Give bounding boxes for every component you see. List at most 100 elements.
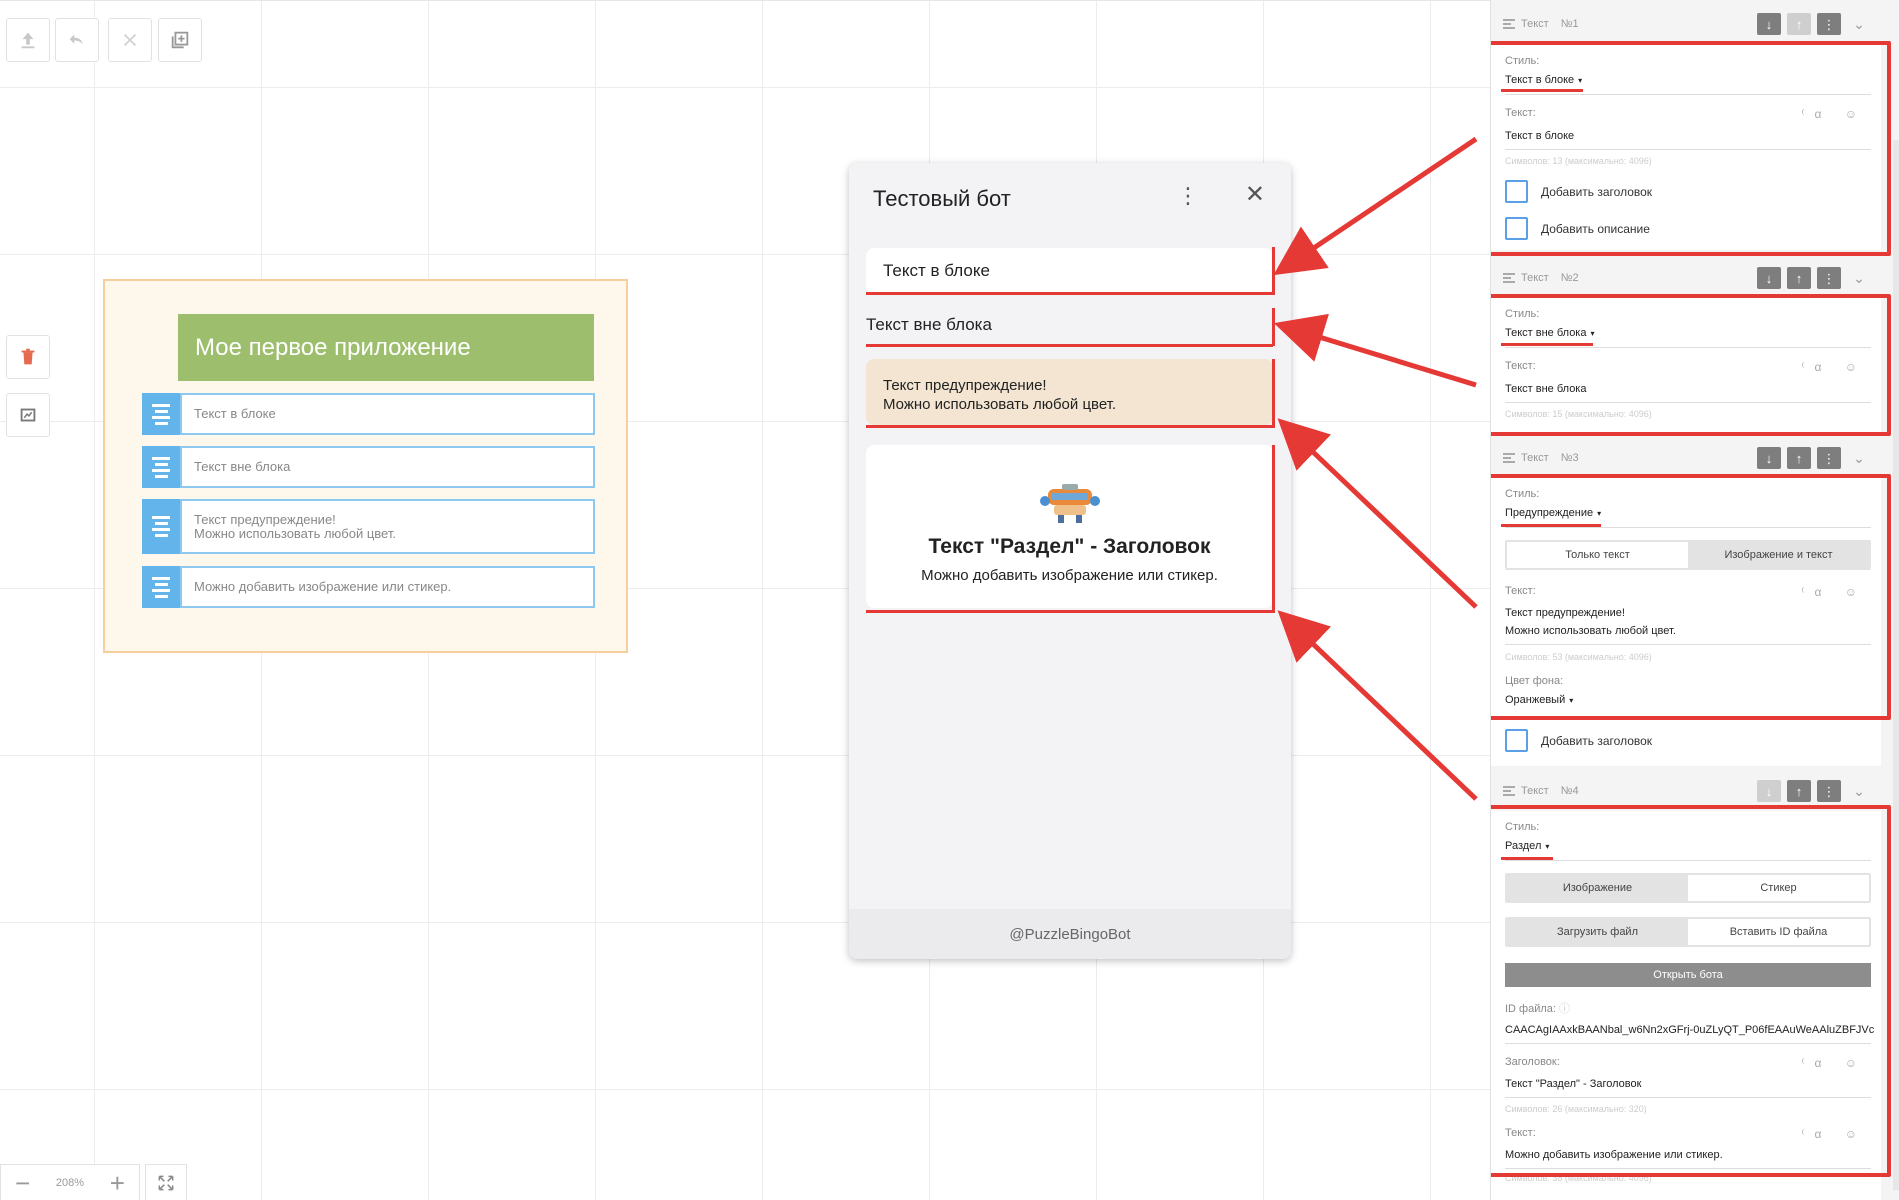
frame-icon [20,408,36,422]
block-header-1: Текст №1 ↓ ↑ ⋮ ⌄ [1491,9,1881,39]
annotation-underline [866,292,1273,295]
bot-username: @PuzzleBingoBot [849,909,1291,959]
annotation-underline [1501,857,1553,860]
move-down-button[interactable]: ↓ [1757,267,1781,289]
block-type: Текст [1521,18,1549,30]
more-vertical-icon[interactable]: ⋮ [1817,267,1841,289]
move-down-button[interactable]: ↓ [1757,780,1781,802]
more-vertical-icon[interactable]: ⋮ [1817,13,1841,35]
message-text-in-block: Текст в блоке [866,248,1273,294]
close-icon [123,33,137,47]
section-title: Текст "Раздел" - Заголовок [928,535,1211,558]
app-item-label: Текст в блоке [180,393,595,435]
more-vertical-icon[interactable]: ⋮ [1817,780,1841,802]
scrollbar[interactable] [1893,140,1899,1190]
app-item-label: Текст вне блока [180,446,595,488]
annotation-box-4 [1491,805,1891,1177]
properties-panel: Текст №1 ↓ ↑ ⋮ ⌄ Стиль: Текст в блоке ▾ Т… [1490,0,1899,1200]
annotation-bracket [1272,308,1275,346]
block-header-2: Текст №2 ↓ ↑ ⋮ ⌄ [1491,263,1881,293]
bot-preview-window: Тестовый бот ⋮ ✕ Текст в блоке Текст вне… [849,163,1291,959]
block-type: Текст [1521,785,1549,797]
warning-line: Текст предупреждение! [883,377,1047,394]
text-lines-icon [1503,451,1515,465]
move-down-button[interactable]: ↓ [1757,13,1781,35]
block-number: №2 [1560,272,1579,284]
annotation-underline [1501,343,1593,346]
move-up-button[interactable]: ↑ [1787,13,1811,35]
move-up-button[interactable]: ↑ [1787,267,1811,289]
annotation-underline [866,344,1273,347]
app-item-section[interactable]: Можно добавить изображение или стикер. [142,566,595,608]
bot-title: Тестовый бот [873,186,1011,211]
move-down-button[interactable]: ↓ [1757,447,1781,469]
app-item-line: Текст предупреждение! [194,511,336,527]
checkbox-label: Добавить заголовок [1541,734,1653,748]
more-vertical-icon[interactable]: ⋮ [1817,447,1841,469]
add-heading-checkbox[interactable] [1505,729,1528,752]
block-header-4: Текст №4 ↓ ↑ ⋮ ⌄ [1491,776,1881,806]
text-lines-icon [1503,784,1515,798]
text-block-icon [142,566,180,608]
move-up-button[interactable]: ↑ [1787,780,1811,802]
block-header-3: Текст №3 ↓ ↑ ⋮ ⌄ [1491,443,1881,473]
block-type: Текст [1521,452,1549,464]
message-text-outside: Текст вне блока [866,315,992,334]
chevron-down-icon[interactable]: ⌄ [1847,447,1871,469]
zoom-in-button[interactable]: + [110,1170,125,1196]
chevron-down-icon[interactable]: ⌄ [1847,780,1871,802]
upload-icon [21,32,35,49]
annotation-underline [866,425,1273,428]
expand-icon [158,1175,174,1190]
frame-button[interactable] [6,393,50,437]
text-lines-icon [1503,17,1515,31]
app-item-text-outside[interactable]: Текст вне блока [142,446,595,488]
close-icon[interactable]: ✕ [1245,183,1265,207]
app-item-label: Можно добавить изображение или стикер. [180,566,595,608]
editor-canvas[interactable]: − 208% + Мое первое приложение Текст в б… [0,0,1490,1200]
app-item-line: Можно использовать любой цвет. [194,525,396,541]
app-screen-block[interactable]: Мое первое приложение Текст в блоке Текс… [103,279,628,653]
text-block-icon [142,499,180,554]
annotation-underline [1501,89,1583,92]
warning-line: Можно использовать любой цвет. [883,396,1117,413]
text-lines-icon [1503,271,1515,285]
zoom-level: 208% [55,1176,85,1189]
text-block-icon [142,446,180,488]
block-type: Текст [1521,272,1549,284]
annotation-bracket [1272,359,1275,428]
block-number: №3 [1560,452,1579,464]
app-title: Мое первое приложение [178,314,594,381]
trash-button[interactable] [6,335,50,379]
text-block-icon [142,393,180,435]
chevron-down-icon[interactable]: ⌄ [1847,267,1871,289]
robot-sticker [1039,481,1100,527]
annotation-underline [1501,524,1601,527]
add-box-icon [171,31,189,49]
chevron-down-icon[interactable]: ⌄ [1847,13,1871,35]
move-up-button[interactable]: ↑ [1787,447,1811,469]
zoom-out-button[interactable]: − [15,1170,30,1196]
upload-button[interactable] [6,18,50,62]
trash-icon [21,348,35,365]
annotation-box-3 [1491,474,1891,720]
app-item-text-in-block[interactable]: Текст в блоке [142,393,595,435]
section-text: Можно добавить изображение или стикер. [921,567,1218,584]
zoom-control: − 208% + [0,1164,140,1200]
app-item-label: Текст предупреждение! Можно использовать… [180,499,595,554]
annotation-underline [866,610,1273,613]
annotation-box-2 [1491,294,1891,436]
annotation-bracket [1272,445,1275,613]
annotation-bracket [1272,247,1275,295]
add-block-button[interactable] [158,18,202,62]
message-warning: Текст предупреждение! Можно использовать… [866,359,1273,425]
undo-icon [69,34,83,45]
message-section: Текст "Раздел" - Заголовок Можно добавит… [866,445,1273,608]
annotation-box-1 [1491,41,1891,256]
undo-button[interactable] [55,18,99,62]
more-vertical-icon[interactable]: ⋮ [1177,185,1199,207]
app-item-warning[interactable]: Текст предупреждение! Можно использовать… [142,499,595,554]
fit-screen-button[interactable] [145,1164,187,1200]
block-number: №1 [1560,18,1579,30]
delete-selection-button[interactable] [108,18,152,62]
